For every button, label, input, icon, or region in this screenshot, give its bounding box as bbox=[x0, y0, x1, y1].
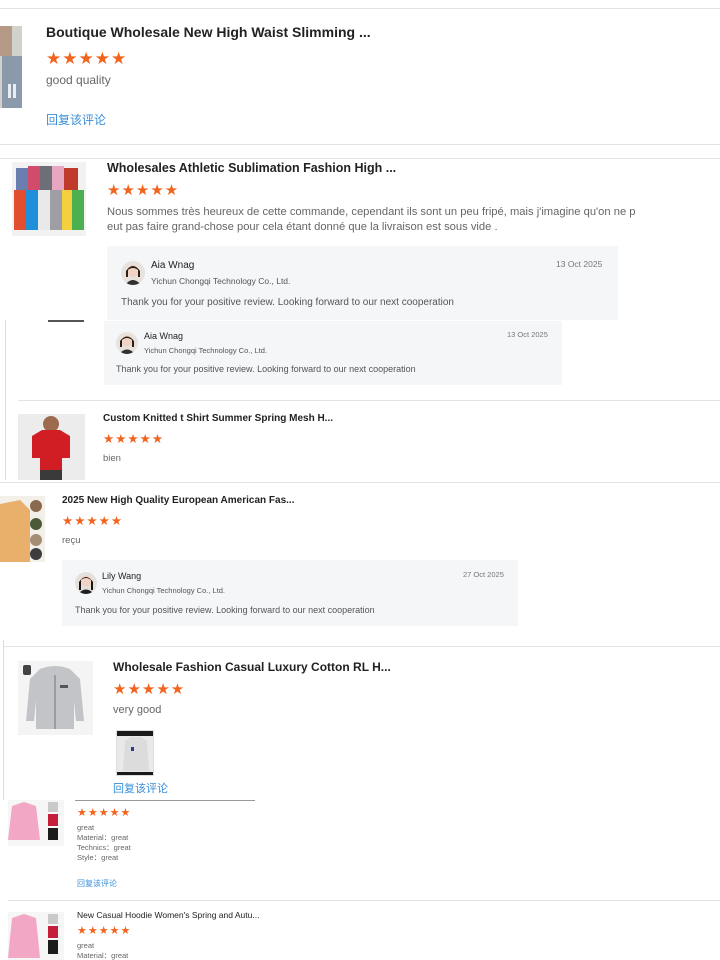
red-shirt-image-icon bbox=[18, 414, 85, 480]
reply-message: Thank you for your positive review. Look… bbox=[121, 297, 454, 308]
rating-stars: ★★★★★ bbox=[77, 925, 132, 937]
reply-message: Thank you for your positive review. Look… bbox=[116, 364, 416, 374]
reply-date: 13 Oct 2025 bbox=[556, 259, 603, 269]
reply-to-review-link[interactable]: 回复该评论 bbox=[77, 878, 117, 889]
product-thumbnail[interactable] bbox=[0, 26, 22, 108]
product-title[interactable]: 2025 New High Quality European American … bbox=[62, 495, 294, 506]
review-comment-line: eut pas faire grand-chose pour cela étan… bbox=[107, 221, 498, 233]
reply-company: Yichun Chongqi Technology Co., Ltd. bbox=[102, 586, 225, 595]
reply-date: 13 Oct 2025 bbox=[507, 330, 548, 339]
review-comment: reçu bbox=[62, 535, 81, 546]
divider bbox=[0, 482, 720, 483]
product-thumbnail[interactable] bbox=[18, 414, 85, 480]
product-title[interactable]: New Casual Hoodie Women's Spring and Aut… bbox=[77, 910, 259, 920]
product-title[interactable]: Wholesales Athletic Sublimation Fashion … bbox=[107, 161, 396, 175]
rating-stars: ★★★★★ bbox=[113, 681, 186, 698]
divider bbox=[0, 144, 720, 145]
product-thumbnail[interactable] bbox=[12, 162, 86, 236]
rating-stars: ★★★★★ bbox=[103, 432, 165, 446]
reply-date: 27 Oct 2025 bbox=[463, 570, 504, 579]
reply-to-review-link[interactable]: 回复该评论 bbox=[46, 111, 106, 128]
divider bbox=[18, 400, 720, 401]
avatar bbox=[121, 261, 145, 285]
rating-stars: ★★★★★ bbox=[107, 182, 180, 199]
review-comment-line: Style：great bbox=[77, 853, 119, 862]
seller-reply: Aia Wnag Yichun Chongqi Technology Co., … bbox=[104, 321, 562, 385]
seller-reply: Lily Wang Yichun Chongqi Technology Co.,… bbox=[62, 560, 518, 626]
avatar bbox=[116, 332, 138, 354]
product-title[interactable]: Wholesale Fashion Casual Luxury Cotton R… bbox=[113, 660, 391, 674]
review-comment: very good bbox=[113, 704, 162, 716]
rating-stars: ★★★★★ bbox=[62, 514, 124, 528]
sweater-image-icon bbox=[0, 496, 45, 562]
product-title[interactable]: Boutique Wholesale New High Waist Slimmi… bbox=[46, 24, 371, 40]
product-thumbnail[interactable] bbox=[18, 661, 93, 735]
reply-company: Yichun Chongqi Technology Co., Ltd. bbox=[144, 346, 267, 355]
review-comment: bien bbox=[103, 453, 121, 464]
reply-author-name: Lily Wang bbox=[102, 571, 142, 581]
left-border bbox=[3, 640, 4, 800]
left-border bbox=[5, 320, 6, 480]
review-photo[interactable] bbox=[116, 730, 154, 776]
reply-company: Yichun Chongqi Technology Co., Ltd. bbox=[151, 276, 291, 286]
review-comment-line: Material：great bbox=[77, 951, 129, 960]
review-comment: good quality bbox=[46, 73, 111, 87]
review-comment-line: Nous sommes très heureux de cette comman… bbox=[107, 206, 636, 218]
divider bbox=[4, 646, 720, 647]
reply-message: Thank you for your positive review. Look… bbox=[75, 605, 375, 615]
grey-hoodie-image-icon bbox=[18, 661, 93, 735]
product-title[interactable]: Custom Knitted t Shirt Summer Spring Mes… bbox=[103, 413, 333, 424]
jeans-image-icon bbox=[0, 26, 22, 108]
rating-stars: ★★★★★ bbox=[46, 49, 128, 68]
product-thumbnail[interactable] bbox=[8, 912, 64, 960]
divider bbox=[0, 158, 720, 159]
avatar bbox=[75, 572, 97, 594]
product-thumbnail[interactable] bbox=[0, 496, 45, 562]
pink-hoodie-image-icon bbox=[8, 800, 64, 846]
reply-to-review-link[interactable]: 回复该评论 bbox=[113, 780, 168, 796]
seller-reply: Aia Wnag Yichun Chongqi Technology Co., … bbox=[107, 246, 618, 320]
product-thumbnail[interactable] bbox=[8, 800, 64, 846]
reply-author-name: Aia Wnag bbox=[144, 331, 184, 341]
image-edge bbox=[48, 320, 84, 322]
cut-title-edge bbox=[75, 800, 255, 801]
photo-image-icon bbox=[117, 731, 153, 775]
divider bbox=[8, 900, 720, 901]
hoodies-image-icon bbox=[12, 162, 86, 236]
divider bbox=[0, 8, 720, 9]
pink-hoodie-image-icon bbox=[8, 912, 64, 960]
reply-author-name: Aia Wnag bbox=[151, 260, 195, 271]
rating-stars: ★★★★★ bbox=[77, 807, 132, 819]
